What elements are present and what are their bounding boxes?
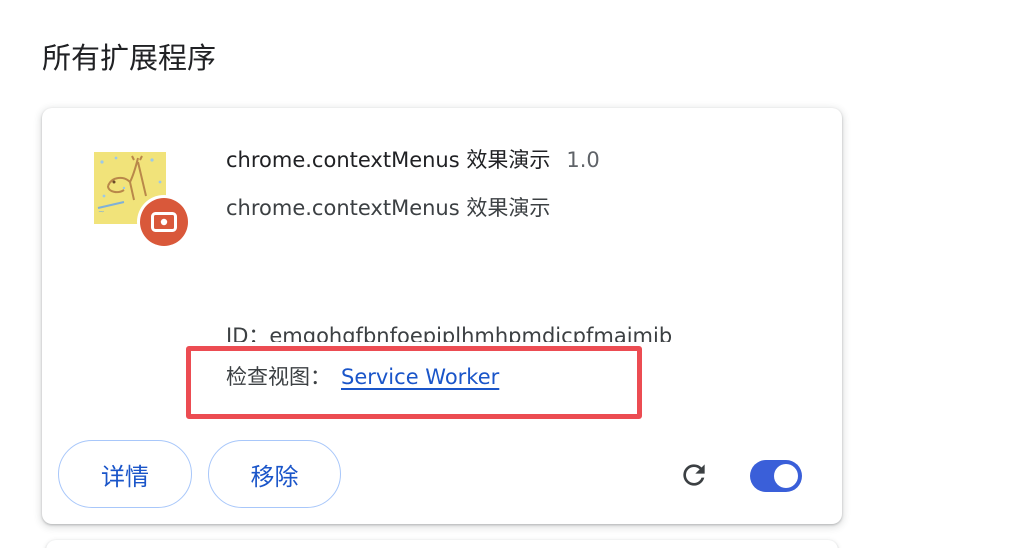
details-button[interactable]: 详情 bbox=[58, 440, 192, 508]
annotation-highlight-box bbox=[186, 346, 642, 419]
extension-card: ~ chrome.contextMenus 效果演示 1.0 chrome.con… bbox=[42, 108, 842, 524]
unpacked-extension-badge-icon bbox=[140, 198, 188, 246]
svg-text:~: ~ bbox=[98, 207, 105, 216]
extension-name-text: chrome.contextMenus 效果演示 bbox=[226, 148, 551, 172]
remove-button[interactable]: 移除 bbox=[208, 440, 341, 508]
extension-description: chrome.contextMenus 效果演示 bbox=[226, 196, 551, 220]
enable-toggle[interactable] bbox=[750, 460, 802, 492]
next-extension-card bbox=[46, 540, 838, 548]
extensions-page: 所有扩展程序 ~ chrome.contextMenus 效果演示 1.0 ch… bbox=[0, 0, 1014, 548]
reload-icon[interactable] bbox=[678, 459, 710, 491]
extension-name: chrome.contextMenus 效果演示 1.0 bbox=[226, 144, 600, 176]
extension-id: ID：emgohgfbnfoepiplhmhpmdicpfmajmjb bbox=[226, 324, 673, 342]
section-title: 所有扩展程序 bbox=[42, 41, 217, 75]
toggle-knob bbox=[774, 464, 798, 488]
extension-version: 1.0 bbox=[566, 148, 600, 172]
